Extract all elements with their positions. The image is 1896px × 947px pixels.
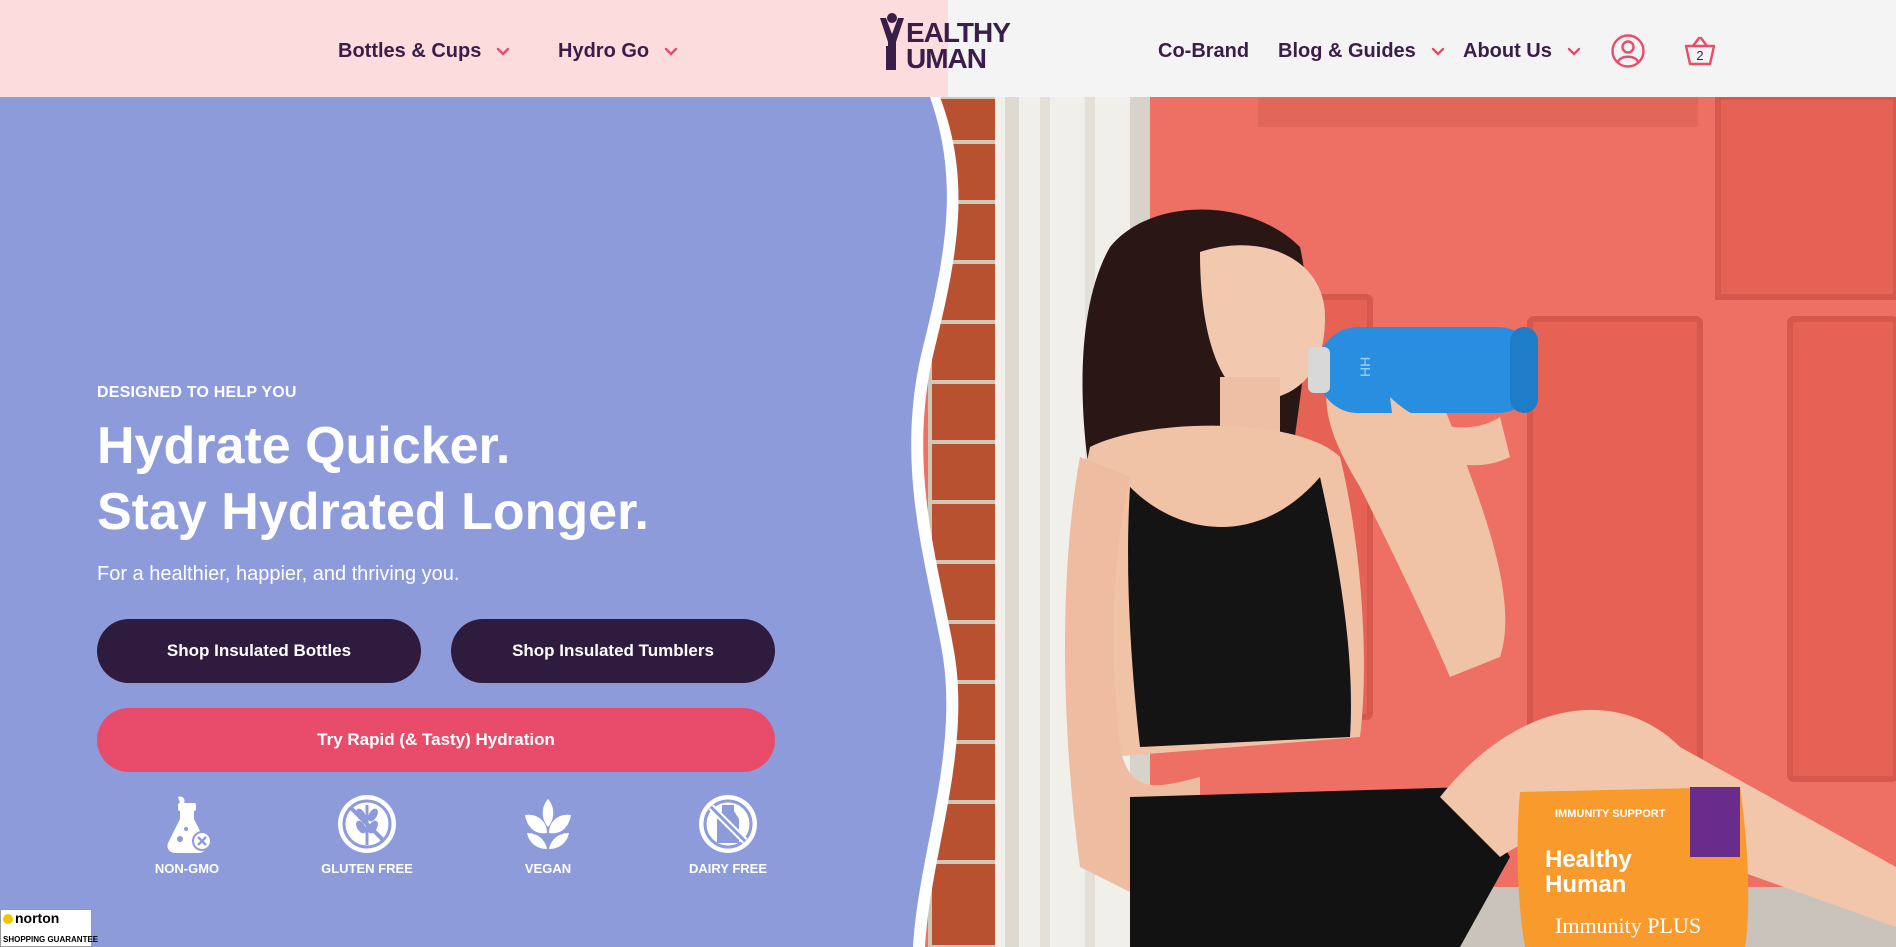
leaf-sprout-icon	[525, 799, 571, 849]
badge-non-gmo: NON-GMO	[117, 793, 257, 876]
badge-label: GLUTEN FREE	[321, 861, 413, 876]
badge-label: VEGAN	[524, 861, 572, 876]
nav-co-brand[interactable]: Co-Brand	[1158, 40, 1249, 63]
hero-section: HH IMMUNITY SUPPORT Healthy Human Immuni…	[0, 97, 1896, 947]
cart-count: 2	[1696, 48, 1703, 63]
flask-x-icon	[167, 796, 212, 853]
norton-check-icon	[3, 914, 13, 924]
chevron-down-icon	[1567, 47, 1581, 56]
nav-co-brand-label: Co-Brand	[1158, 40, 1250, 62]
hero-headline: Hydrate Quicker. Stay Hydrated Longer.	[97, 413, 649, 545]
chevron-down-icon	[664, 47, 678, 56]
hero-subtext: For a healthier, happier, and thriving y…	[97, 563, 460, 585]
chevron-down-icon	[1431, 47, 1444, 56]
cart-basket-icon: 2	[1684, 36, 1716, 66]
badge-label: NON-GMO	[154, 861, 220, 876]
nav-bottles-cups-label: Bottles & Cups	[338, 40, 482, 62]
svg-text:UMAN: UMAN	[906, 43, 986, 72]
badge-label: DAIRY FREE	[688, 861, 767, 876]
nav-about-us[interactable]: About Us	[1463, 40, 1582, 63]
nav-hydro-go-label: Hydro Go	[558, 40, 650, 62]
nav-blog-guides[interactable]: Blog & Guides	[1278, 40, 1446, 63]
chevron-down-icon	[497, 47, 510, 56]
nav-about-us-label: About Us	[1463, 40, 1552, 62]
site-header: Bottles & Cups Hydro Go EALTHY UMAN Co-B…	[0, 0, 1896, 97]
no-wheat-icon	[338, 795, 396, 853]
nav-bottles-cups[interactable]: Bottles & Cups	[338, 40, 511, 63]
healthy-human-logo[interactable]: EALTHY UMAN	[878, 12, 1028, 72]
user-icon[interactable]	[1610, 33, 1646, 69]
cart-button[interactable]: 2	[1682, 33, 1718, 69]
badge-gluten-free: GLUTEN FREE	[297, 793, 437, 876]
norton-caption: SHOPPING GUARANTEE	[3, 935, 99, 944]
hero-eyebrow: DESIGNED TO HELP YOU	[97, 384, 297, 401]
hero-headline-line2: Stay Hydrated Longer.	[97, 483, 649, 541]
nav-blog-guides-label: Blog & Guides	[1278, 40, 1416, 62]
badge-dairy-free: DAIRY FREE	[658, 793, 798, 876]
nav-hydro-go[interactable]: Hydro Go	[558, 40, 679, 63]
try-rapid-hydration-button[interactable]: Try Rapid (& Tasty) Hydration	[97, 708, 775, 772]
shop-insulated-bottles-button[interactable]: Shop Insulated Bottles	[97, 619, 421, 683]
hero-headline-line1: Hydrate Quicker.	[97, 417, 511, 475]
norton-brand: norton	[15, 910, 60, 926]
no-milk-icon	[699, 795, 757, 853]
shop-insulated-tumblers-button[interactable]: Shop Insulated Tumblers	[451, 619, 775, 683]
badge-vegan: VEGAN	[478, 793, 618, 876]
norton-shopping-guarantee-seal[interactable]: norton SHOPPING GUARANTEE	[0, 909, 98, 947]
